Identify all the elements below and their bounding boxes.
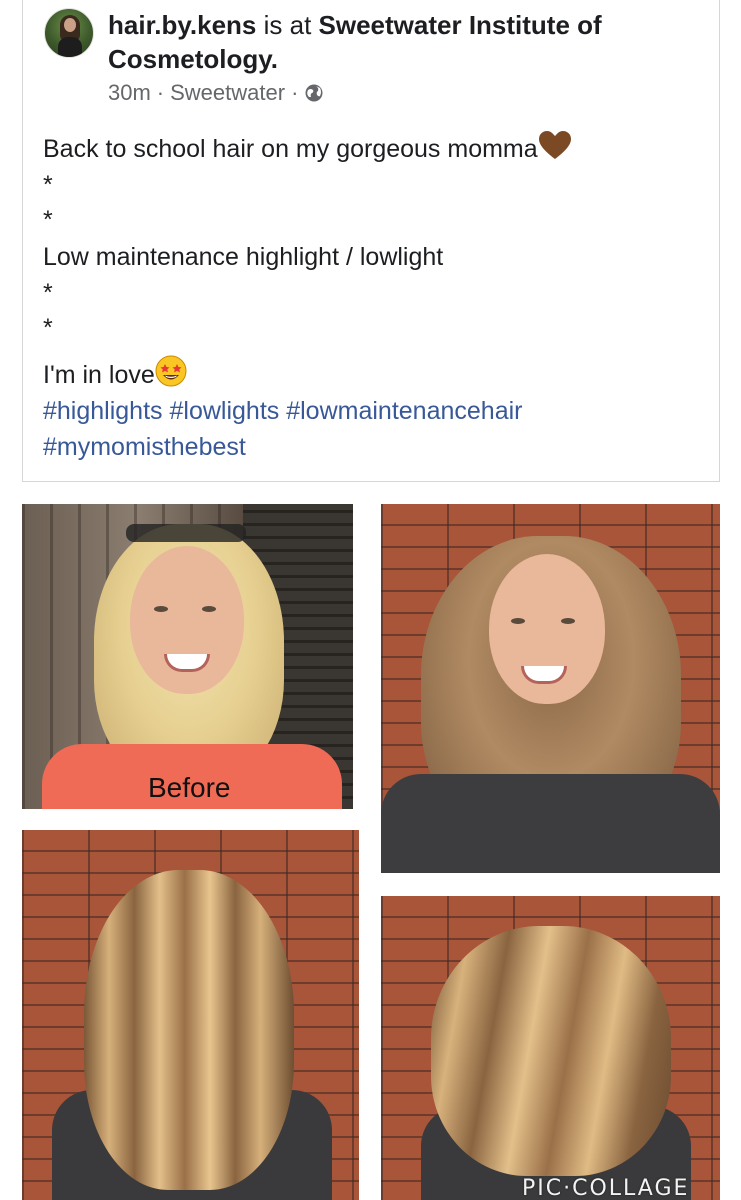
globe-icon (305, 84, 323, 102)
post-line: Low maintenance highlight / lowlight (43, 243, 444, 271)
post-time[interactable]: 30m (108, 80, 151, 106)
post-line: Back to school hair on my gorgeous momma (43, 131, 572, 166)
before-label: Before (148, 772, 231, 803)
photo-before[interactable] (22, 504, 353, 809)
photo-after-angle[interactable] (381, 896, 720, 1200)
hashtag-link[interactable]: #mymomisthebest (43, 433, 246, 461)
meta-separator: · (156, 80, 165, 105)
post-meta: 30m · Sweetwater · (108, 80, 324, 106)
checkin-connector: is at (263, 10, 312, 40)
watermark: PIC·COLLAGE (522, 1176, 690, 1200)
post-header: hair.by.kens is at Sweetwater Institute … (108, 8, 668, 76)
post-line: * (43, 279, 53, 307)
star-struck-emoji (155, 355, 187, 387)
photo-after-back[interactable] (22, 830, 359, 1200)
hashtag-link[interactable]: #highlights (43, 397, 163, 425)
post-location[interactable]: Sweetwater (170, 80, 285, 106)
hashtags: #highlights #lowlights #lowmaintenanceha… (43, 393, 663, 465)
brown-heart-emoji (538, 131, 571, 159)
post-line: * (43, 314, 53, 342)
hashtag-link[interactable]: #lowlights (169, 397, 279, 425)
hashtag-link[interactable]: #lowmaintenancehair (286, 397, 522, 425)
post-line: * (43, 206, 53, 234)
post-line: I'm in love (43, 355, 187, 392)
photo-after-front[interactable] (381, 504, 720, 873)
post-line: * (43, 171, 53, 199)
author-name[interactable]: hair.by.kens (108, 10, 256, 40)
author-avatar[interactable] (44, 8, 94, 58)
meta-separator: · (291, 80, 299, 105)
